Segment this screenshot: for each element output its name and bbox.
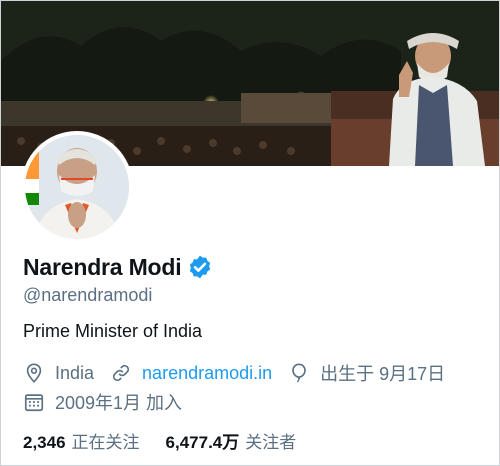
profile-card: Narendra Modi @narendramodi Prime Minist…	[0, 0, 500, 466]
name-row: Narendra Modi	[23, 251, 213, 283]
birthday-text: 出生于 9月17日	[320, 364, 446, 384]
following-label: 正在关注	[71, 433, 140, 452]
following-count: 2,346	[23, 433, 66, 452]
location-item: India	[23, 362, 94, 384]
map-pin-icon	[26, 363, 42, 383]
followers-count: 6,477.4万	[165, 433, 240, 452]
calendar-icon	[24, 394, 44, 412]
profile-bio: Prime Minister of India	[23, 321, 203, 341]
user-handle: @narendramodi	[23, 285, 153, 305]
followers-link[interactable]: 6,477.4万 关注者	[166, 428, 297, 453]
link-icon	[113, 364, 130, 382]
website-item[interactable]: narendramodi.in	[110, 362, 272, 384]
profile-meta-row: India narendramodi.in 出生于 9月17日	[23, 360, 461, 386]
website-link[interactable]: narendramodi.in	[142, 363, 272, 384]
balloon-icon	[292, 363, 306, 383]
joined-text: 2009年1月 加入	[55, 393, 183, 413]
birthday-item: 出生于 9月17日	[288, 360, 445, 386]
following-link[interactable]: 2,346 正在关注	[23, 428, 140, 453]
location-text: India	[55, 362, 95, 383]
joined-item: 2009年1月 加入	[23, 389, 182, 415]
verified-badge-icon	[190, 255, 211, 279]
avatar-photo	[25, 135, 129, 239]
followers-label: 关注者	[245, 433, 297, 452]
profile-join-row: 2009年1月 加入	[23, 389, 198, 415]
follow-stats: 2,346 正在关注 6,477.4万 关注者	[23, 428, 322, 453]
display-name: Narendra Modi	[23, 253, 182, 280]
profile-avatar[interactable]	[21, 131, 133, 243]
